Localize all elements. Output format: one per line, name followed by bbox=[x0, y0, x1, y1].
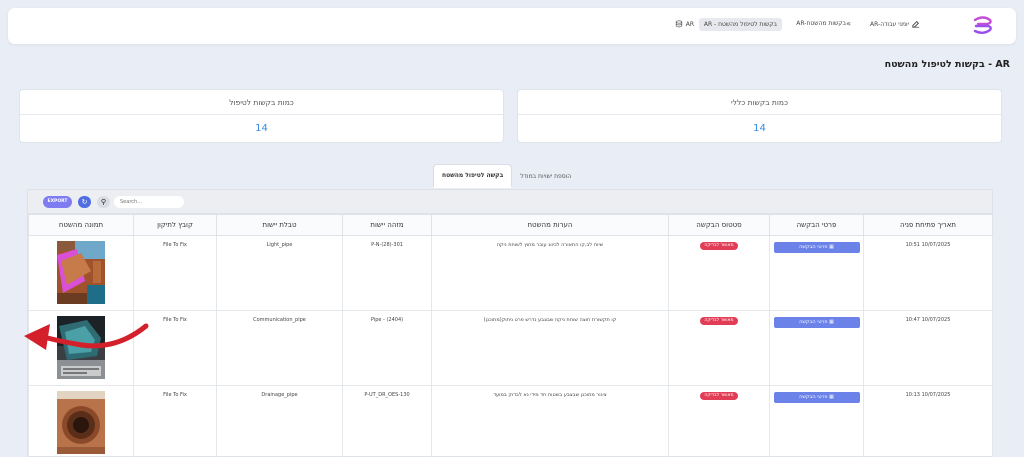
status-cell: מאושר לבדיקה bbox=[668, 310, 770, 386]
column-header-field-notes[interactable]: הערות מהשטח bbox=[431, 214, 669, 236]
field-photo[interactable] bbox=[57, 391, 105, 454]
breadcrumb-ar-label: AR bbox=[685, 20, 694, 28]
list-icon: ▦ bbox=[827, 319, 834, 325]
column-header-field-photo[interactable]: תמונה מהשטח bbox=[28, 214, 134, 236]
entity-table-cell: Communication_pipe bbox=[216, 310, 343, 386]
column-header-request-status[interactable]: סטטוס הבקשה bbox=[668, 214, 770, 236]
search-input[interactable] bbox=[114, 196, 184, 208]
field-photo-cell bbox=[28, 310, 134, 386]
stat-card-value: 14 bbox=[255, 123, 268, 134]
status-cell: מאושר לבדיקה bbox=[668, 235, 770, 311]
column-header-request-details[interactable]: פרטי הבקשה bbox=[769, 214, 864, 236]
tab-add-model-entities[interactable]: הוספת ישויות במודל bbox=[512, 164, 579, 188]
export-button[interactable]: EXPORT bbox=[43, 196, 72, 208]
breadcrumb-active-label: AR - בקשות לטיפול מהשטח bbox=[703, 21, 777, 28]
table-row: File To Fix Drainage_pipe P-UT_DR_OES-13… bbox=[28, 385, 993, 457]
breadcrumb-ar[interactable]: AR bbox=[675, 20, 694, 28]
database-icon bbox=[675, 20, 682, 28]
column-header-fix-file[interactable]: קובץ לתיקון bbox=[133, 214, 217, 236]
request-details-button[interactable]: ▦ פרטי הבקשה bbox=[773, 392, 860, 403]
field-photo[interactable] bbox=[57, 241, 105, 304]
refresh-icon: ↻ bbox=[81, 198, 88, 206]
tabs: בקשה לטיפול מהשטח הוספת ישויות במודל bbox=[433, 164, 579, 188]
column-header-entity-id[interactable]: מזהה יישות bbox=[342, 214, 432, 236]
page-title: AR - בקשות לטיפול מהשטח bbox=[884, 59, 1010, 70]
details-cell: ▦ פרטי הבקשה bbox=[769, 385, 864, 457]
request-details-button[interactable]: ▦ פרטי הבקשה bbox=[773, 317, 860, 328]
breadcrumb-requests[interactable]: AR-בקשות מהשטח bbox=[796, 20, 846, 27]
requests-panel: EXPORT ↻ ⚲ תמונה מהשטח קובץ לתיקון טבלת … bbox=[27, 189, 993, 457]
stat-card-treatment-requests: כמות בקשות לטיפול 14 bbox=[19, 89, 504, 143]
stat-card-total-requests: כמות בקשות כללי 14 bbox=[517, 89, 1002, 143]
edit-icon bbox=[912, 21, 920, 28]
field-photo-cell bbox=[28, 385, 134, 457]
table-row: File To Fix Light_pipe P-N-(28)-301 שיוח… bbox=[28, 235, 993, 311]
field-photo[interactable] bbox=[57, 316, 105, 379]
list-icon: ▦ bbox=[827, 244, 834, 250]
details-cell: ▦ פרטי הבקשה bbox=[769, 235, 864, 311]
request-details-button[interactable]: ▦ פרטי הבקשה bbox=[773, 242, 860, 253]
stat-card-title: כמות בקשות כללי bbox=[518, 90, 1001, 115]
status-badge: מאושר לבדיקה bbox=[700, 242, 738, 250]
fix-file-cell[interactable]: File To Fix bbox=[133, 385, 217, 457]
status-badge: מאושר לבדיקה bbox=[700, 392, 738, 400]
details-cell: ▦ פרטי הבקשה bbox=[769, 310, 864, 386]
breadcrumb-active[interactable]: AR - בקשות לטיפול מהשטח bbox=[698, 18, 782, 31]
stat-card-value: 14 bbox=[753, 123, 766, 134]
status-cell: מאושר לבדיקה bbox=[668, 385, 770, 457]
fix-file-cell[interactable]: File To Fix bbox=[133, 235, 217, 311]
table-header-row: תמונה מהשטח קובץ לתיקון טבלת יישות מזהה … bbox=[28, 214, 993, 236]
app-logo[interactable] bbox=[970, 13, 996, 39]
entity-id-cell: P-UT_DR_OES-130 bbox=[342, 385, 432, 457]
search-button[interactable]: ⚲ bbox=[97, 196, 110, 208]
open-date-cell: 10:47 10/07/2025 bbox=[863, 310, 993, 386]
field-photo-cell bbox=[28, 235, 134, 311]
open-date-cell: 10:13 10/07/2025 bbox=[863, 385, 993, 457]
breadcrumb-requests-label: AR-בקשות מהשטח bbox=[796, 20, 846, 27]
field-notes-cell: קו תקשורת חוצה שוחת ניקוז שבצבע נדרש פרט… bbox=[431, 310, 669, 386]
table-row: File To Fix Communication_pipe Pipe - (2… bbox=[28, 310, 993, 386]
fix-file-cell[interactable]: File To Fix bbox=[133, 310, 217, 386]
entity-id-cell: P-N-(28)-301 bbox=[342, 235, 432, 311]
entity-table-cell: Drainage_pipe bbox=[216, 385, 343, 457]
search-icon: ⚲ bbox=[100, 198, 107, 206]
breadcrumb-work-orders-label: AR-יומני עבודה bbox=[870, 20, 909, 28]
top-navigation-bar: AR-יומני עבודה « AR-בקשות מהשטח AR - בקש… bbox=[8, 8, 1016, 44]
request-details-label: פרטי הבקשה bbox=[799, 319, 828, 325]
column-header-entity-table[interactable]: טבלת יישות bbox=[216, 214, 343, 236]
refresh-button[interactable]: ↻ bbox=[78, 196, 91, 208]
breadcrumb-separator: « bbox=[846, 19, 851, 28]
column-header-open-date[interactable]: תאריך פתיחת פניה bbox=[863, 214, 993, 236]
field-notes-cell: צינור מתוכנן שבצבע בשטוח חד מידי נא לבדו… bbox=[431, 385, 669, 457]
stat-card-title: כמות בקשות לטיפול bbox=[20, 90, 503, 115]
open-date-cell: 10:51 10/07/2025 bbox=[863, 235, 993, 311]
request-details-label: פרטי הבקשה bbox=[799, 244, 828, 250]
entity-id-cell: Pipe - (2404) bbox=[342, 310, 432, 386]
list-icon: ▦ bbox=[827, 394, 834, 400]
breadcrumb-work-orders[interactable]: AR-יומני עבודה bbox=[870, 20, 920, 28]
tab-field-requests[interactable]: בקשה לטיפול מהשטח bbox=[433, 164, 513, 188]
status-badge: מאושר לבדיקה bbox=[700, 317, 738, 325]
table-toolbar: EXPORT ↻ ⚲ bbox=[28, 190, 992, 214]
request-details-label: פרטי הבקשה bbox=[799, 394, 828, 400]
entity-table-cell: Light_pipe bbox=[216, 235, 343, 311]
field-notes-cell: שיוח לב,קו התאורה לכיוונ עובר מחוץ לשוחת… bbox=[431, 235, 669, 311]
requests-table: תמונה מהשטח קובץ לתיקון טבלת יישות מזהה … bbox=[28, 214, 993, 457]
